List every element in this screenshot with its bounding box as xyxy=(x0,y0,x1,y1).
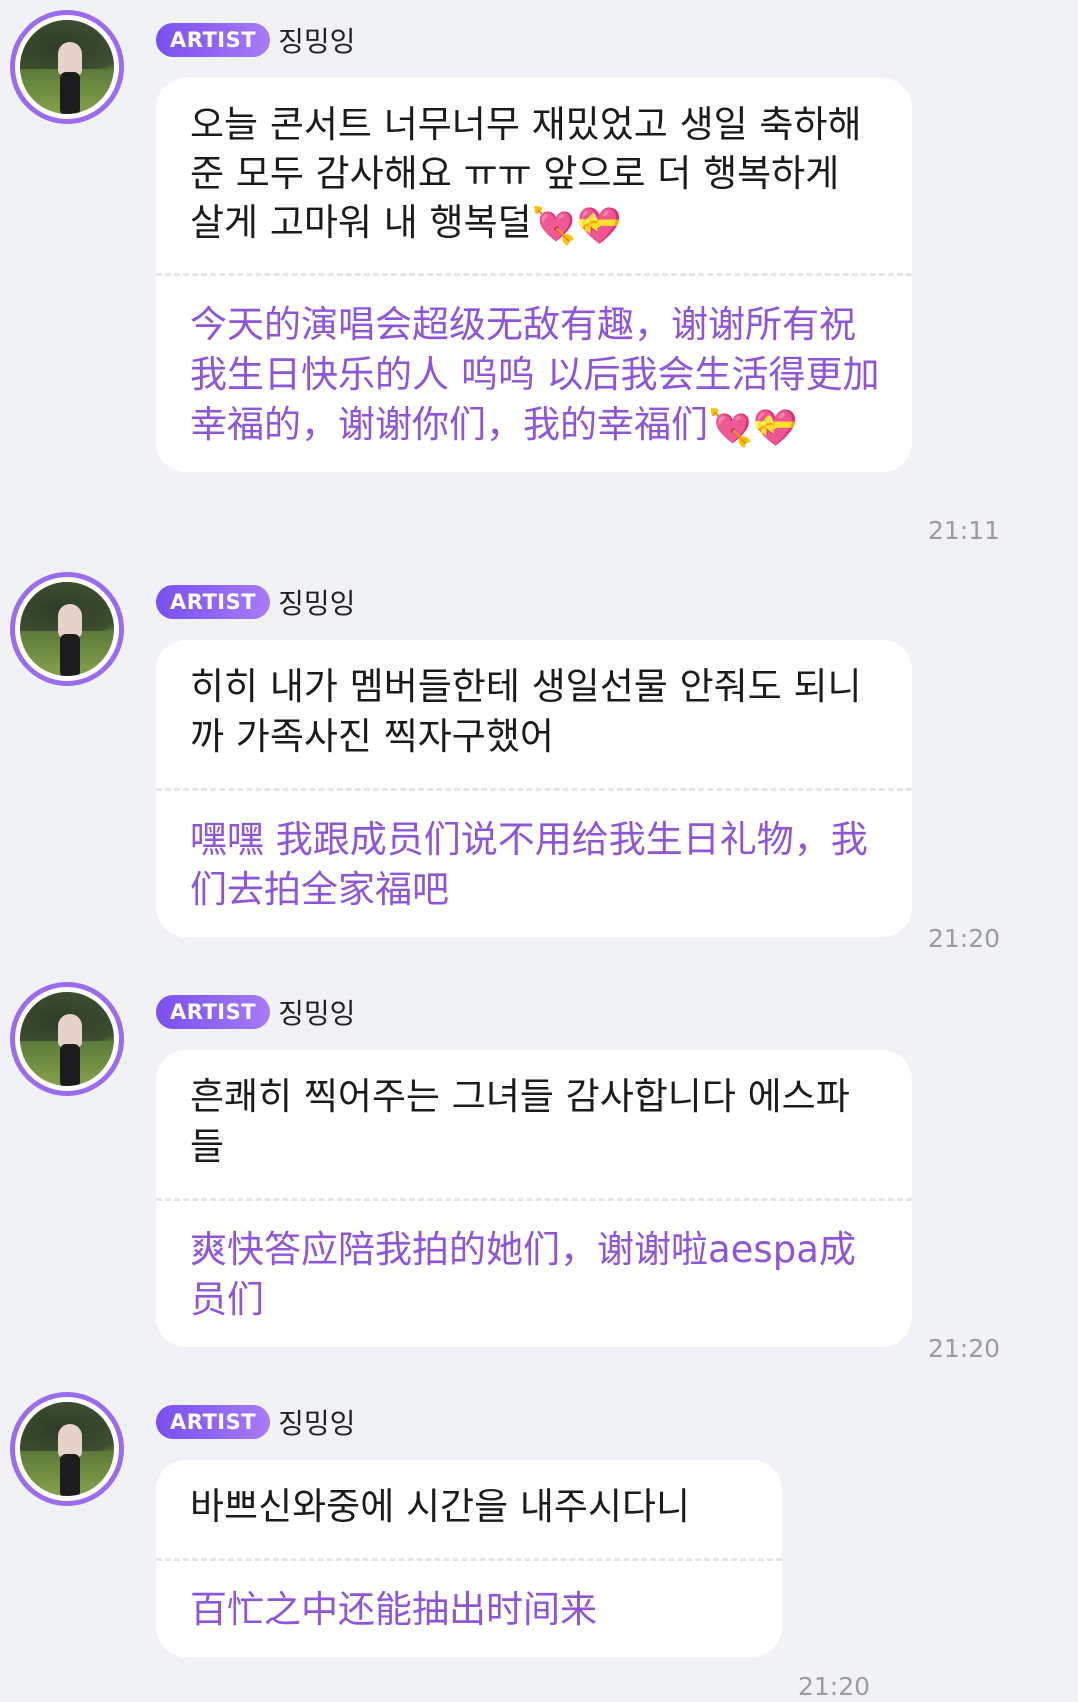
message-bubble[interactable]: 바쁘신와중에 시간을 내주시다니 百忙之中还能抽出时间来 xyxy=(156,1460,782,1657)
heart-emoji-icon: 💘💝 xyxy=(708,408,798,449)
timestamp: 21:20 xyxy=(928,924,1001,953)
korean-text: 바쁘신와중에 시간을 내주시다니 xyxy=(190,1485,691,1528)
avatar[interactable] xyxy=(10,572,124,686)
artist-badge: ARTIST xyxy=(156,1405,271,1439)
author-row: ARTIST 징밍잉 xyxy=(156,22,355,58)
avatar-photo xyxy=(20,582,114,676)
korean-text-content: 오늘 콘서트 너무너무 재밌었고 생일 축하해준 모두 감사해요 ㅠㅠ 앞으로 … xyxy=(190,103,862,244)
author-name: 징밍잉 xyxy=(278,587,356,620)
author-row: ARTIST 징밍잉 xyxy=(156,584,355,620)
avatar-photo xyxy=(20,20,114,114)
timestamp: 21:20 xyxy=(928,1334,1001,1363)
message-bubble[interactable]: 흔쾌히 찍어주는 그녀들 감사합니다 에스파들 爽快答应陪我拍的她们，谢谢啦ae… xyxy=(156,1050,912,1347)
timestamp: 21:11 xyxy=(928,516,1001,545)
chinese-translation: 嘿嘿 我跟成员们说不用给我生日礼物，我们去拍全家福吧 xyxy=(190,818,868,911)
translation-divider xyxy=(156,1558,782,1561)
translation-divider xyxy=(156,788,912,791)
korean-text: 오늘 콘서트 너무너무 재밌었고 생일 축하해준 모두 감사해요 ㅠㅠ 앞으로 … xyxy=(190,100,880,247)
author-name: 징밍잉 xyxy=(278,1407,356,1440)
korean-text: 히히 내가 멤버들한테 생일선물 안줘도 되니까 가족사진 찍자구했어 xyxy=(190,665,862,758)
avatar[interactable] xyxy=(10,982,124,1096)
avatar-photo xyxy=(20,1402,114,1496)
author-name: 징밍잉 xyxy=(278,25,356,58)
author-row: ARTIST 징밍잉 xyxy=(156,994,355,1030)
message-feed: ARTIST 징밍잉 오늘 콘서트 너무너무 재밌었고 생일 축하해준 모두 감… xyxy=(0,0,1078,1702)
chinese-translation: 爽快答应陪我拍的她们，谢谢啦aespa成员们 xyxy=(190,1228,856,1321)
timestamp: 21:20 xyxy=(798,1672,871,1701)
artist-badge: ARTIST xyxy=(156,585,271,619)
avatar[interactable] xyxy=(10,1392,124,1506)
author-row: ARTIST 징밍잉 xyxy=(156,1404,355,1440)
artist-badge: ARTIST xyxy=(156,995,271,1029)
artist-badge: ARTIST xyxy=(156,23,271,57)
korean-text: 흔쾌히 찍어주는 그녀들 감사합니다 에스파들 xyxy=(190,1075,850,1168)
message-bubble[interactable]: 오늘 콘서트 너무너무 재밌었고 생일 축하해준 모두 감사해요 ㅠㅠ 앞으로 … xyxy=(156,78,912,472)
chinese-translation: 今天的演唱会超级无敌有趣，谢谢所有祝我生日快乐的人 呜呜 以后我会生活得更加幸福… xyxy=(190,300,880,450)
translation-divider xyxy=(156,273,912,276)
message-bubble[interactable]: 히히 내가 멤버들한테 생일선물 안줘도 되니까 가족사진 찍자구했어 嘿嘿 我… xyxy=(156,640,912,937)
avatar-photo xyxy=(20,992,114,1086)
heart-emoji-icon: 💘💝 xyxy=(531,206,622,247)
avatar[interactable] xyxy=(10,10,124,124)
chinese-translation: 百忙之中还能抽出时间来 xyxy=(190,1588,597,1631)
translation-divider xyxy=(156,1198,912,1201)
author-name: 징밍잉 xyxy=(278,997,356,1030)
